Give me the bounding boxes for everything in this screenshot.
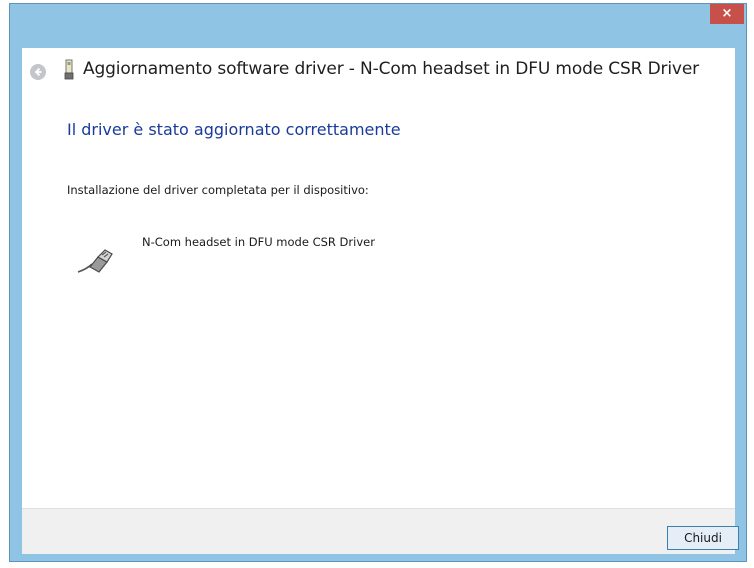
chiudi-button[interactable]: Chiudi — [667, 526, 739, 550]
dialog-footer: Chiudi — [22, 508, 739, 554]
back-arrow-icon — [34, 67, 42, 77]
dialog-title: Aggiornamento software driver - N-Com he… — [83, 59, 699, 79]
main-instruction: Il driver è stato aggiornato correttamen… — [67, 120, 401, 139]
dialog-content: Aggiornamento software driver - N-Com he… — [22, 48, 739, 554]
back-button[interactable] — [30, 64, 46, 80]
close-button[interactable]: × — [710, 4, 744, 24]
completion-message: Installazione del driver completata per … — [67, 183, 369, 197]
dialog-window: × Aggiornamento software driver - N-Com … — [9, 3, 747, 562]
device-name: N-Com headset in DFU mode CSR Driver — [142, 235, 375, 249]
close-icon: × — [721, 6, 733, 21]
usb-device-icon — [64, 59, 74, 80]
dialog-header: Aggiornamento software driver - N-Com he… — [22, 48, 735, 98]
usb-plug-icon — [77, 249, 113, 273]
